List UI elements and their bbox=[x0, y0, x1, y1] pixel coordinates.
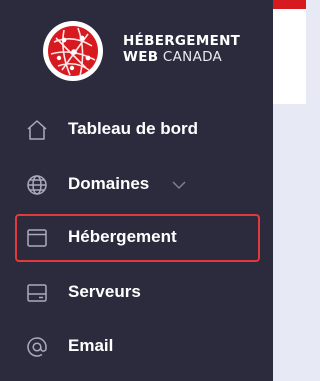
brand-name: HÉBERGEMENT WEB CANADA bbox=[123, 33, 240, 65]
sidebar-item-domaines[interactable]: Domaines bbox=[0, 159, 273, 209]
logo-globe-icon bbox=[43, 21, 103, 81]
sidebar-item-serveurs[interactable]: Serveurs bbox=[0, 267, 273, 317]
sidebar-item-hebergement[interactable]: Hébergement bbox=[0, 212, 273, 262]
globe-icon bbox=[27, 175, 47, 195]
brand-line2-bold: WEB bbox=[123, 49, 159, 65]
sidebar-item-email[interactable]: Email bbox=[0, 321, 273, 371]
header-bar bbox=[273, 9, 306, 104]
sidebar-item-label: Email bbox=[68, 336, 114, 355]
sidebar-item-label: Domaines bbox=[68, 174, 150, 193]
window-icon bbox=[27, 229, 47, 247]
sidebar-item-tableau-de-bord[interactable]: Tableau de bord bbox=[0, 104, 273, 154]
sidebar-item-label: Serveurs bbox=[68, 282, 141, 301]
server-icon bbox=[27, 284, 47, 302]
header-accent-bar bbox=[273, 0, 306, 9]
brand-line2: WEB CANADA bbox=[123, 49, 240, 65]
sidebar: HÉBERGEMENT WEB CANADA Tableau de bord D… bbox=[0, 0, 273, 381]
at-icon bbox=[27, 337, 47, 357]
sidebar-item-label: Tableau de bord bbox=[68, 119, 199, 138]
brand-logo[interactable]: HÉBERGEMENT WEB CANADA bbox=[42, 20, 242, 82]
home-icon bbox=[27, 120, 47, 140]
chevron-down-icon[interactable] bbox=[172, 181, 186, 190]
main-content bbox=[273, 104, 306, 381]
brand-line2-light: CANADA bbox=[158, 49, 223, 65]
sidebar-item-label: Hébergement bbox=[68, 227, 177, 246]
brand-line1: HÉBERGEMENT bbox=[123, 33, 241, 49]
